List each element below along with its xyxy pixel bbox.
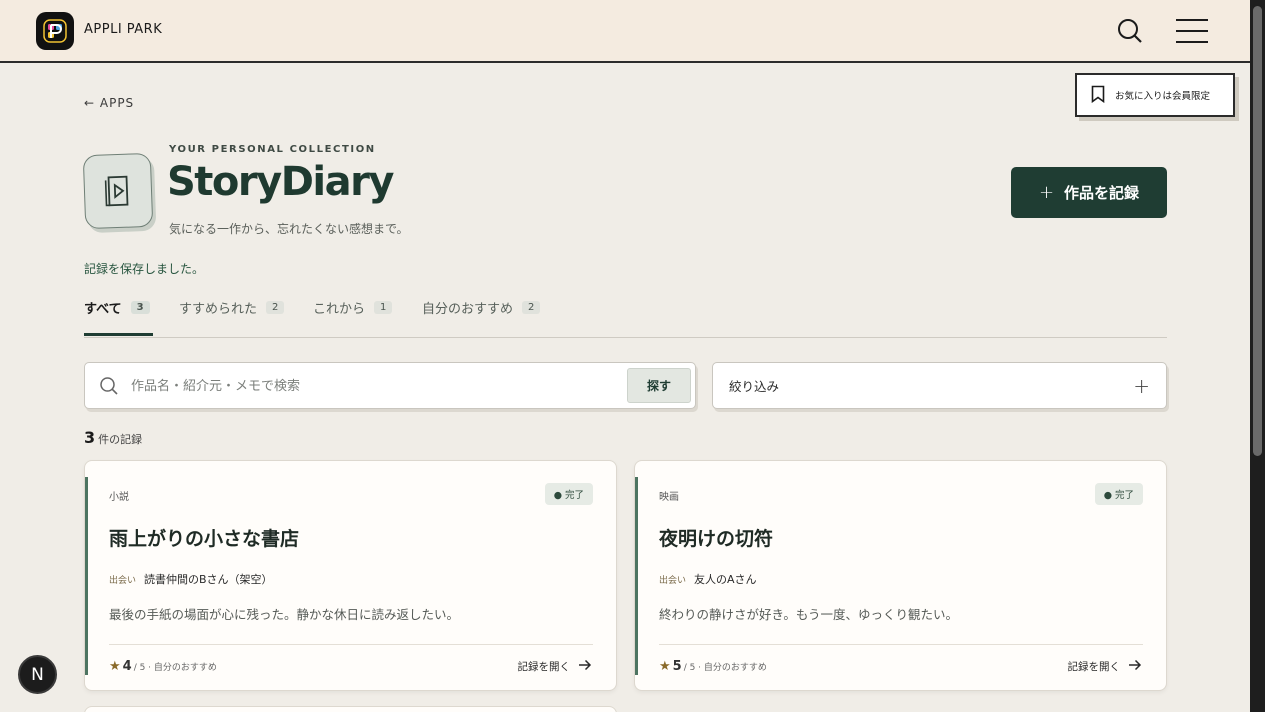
tab-count-badge: 3 bbox=[130, 301, 150, 314]
tab-recommended-to-me[interactable]: すすめられた 2 bbox=[179, 298, 285, 317]
tab-label: すすめられた bbox=[179, 302, 258, 317]
dev-tools-badge[interactable]: N bbox=[18, 655, 57, 694]
card-source: 出会い 読書仲間のBさん（架空） bbox=[109, 571, 273, 587]
tab-label: 自分のおすすめ bbox=[422, 302, 514, 317]
card-genre: 小説 bbox=[109, 492, 129, 503]
hamburger-menu-icon[interactable] bbox=[1175, 18, 1209, 44]
result-count-suffix: 件の記録 bbox=[98, 433, 143, 446]
rating-suffix: / 5 · 自分のおすすめ bbox=[683, 663, 767, 673]
arrow-right-icon bbox=[1128, 659, 1142, 674]
brand-name[interactable]: APPLI PARK bbox=[84, 22, 162, 37]
tab-count-badge: 2 bbox=[266, 301, 285, 314]
card-source: 出会い 友人のAさん bbox=[659, 571, 757, 587]
card-divider bbox=[659, 644, 1143, 645]
page-subtitle: 気になる一作から、忘れたくない感想まで。 bbox=[169, 222, 409, 236]
source-value: 読書仲間のBさん（架空） bbox=[144, 573, 273, 586]
tab-label: すべて bbox=[84, 302, 122, 317]
tab-count-badge: 2 bbox=[522, 301, 541, 314]
plus-icon: + bbox=[1133, 373, 1150, 398]
filter-dropdown[interactable]: 絞り込み + bbox=[712, 362, 1167, 409]
card-divider bbox=[109, 644, 593, 645]
scrollbar-thumb[interactable] bbox=[1253, 6, 1262, 456]
search-input[interactable] bbox=[131, 375, 601, 397]
card-memo: 終わりの静けさが好き。もう一度、ゆっくり観たい。 bbox=[659, 607, 959, 622]
record-button-label: 作品を記録 bbox=[1064, 184, 1140, 202]
star-icon: ★ bbox=[659, 659, 671, 674]
app-logo-icon[interactable] bbox=[36, 12, 74, 50]
search-icon[interactable] bbox=[1116, 17, 1144, 45]
status-badge: ● 完了 bbox=[1094, 483, 1143, 505]
tab-my-recommendations[interactable]: 自分のおすすめ 2 bbox=[422, 298, 541, 317]
favorites-members-only-button[interactable]: お気に入りは会員限定 bbox=[1075, 73, 1235, 117]
result-count: 3 件の記録 bbox=[84, 428, 142, 447]
source-value: 友人のAさん bbox=[694, 573, 757, 586]
page-scrollbar[interactable] bbox=[1250, 0, 1265, 712]
record-card-partial[interactable] bbox=[84, 706, 617, 712]
card-genre: 映画 bbox=[659, 492, 679, 503]
record-work-button[interactable]: + 作品を記録 bbox=[1011, 167, 1167, 218]
record-card[interactable]: 映画 ● 完了 夜明けの切符 出会い 友人のAさん 終わりの静けさが好き。もう一度… bbox=[634, 460, 1167, 691]
save-confirmation-message: 記録を保存しました。 bbox=[84, 262, 205, 276]
page-title: StoryDiary bbox=[167, 159, 394, 205]
status-badge: ● 完了 bbox=[544, 483, 593, 505]
bookmark-icon bbox=[1091, 85, 1105, 106]
source-label: 出会い bbox=[659, 576, 687, 586]
card-rating: ★ 5 / 5 · 自分のおすすめ bbox=[659, 659, 767, 674]
card-title: 夜明けの切符 bbox=[659, 528, 774, 550]
record-card[interactable]: 小説 ● 完了 雨上がりの小さな書店 出会い 読書仲間のBさん（架空） 最後の手紙… bbox=[84, 460, 617, 691]
result-count-number: 3 bbox=[84, 428, 96, 447]
card-rating: ★ 4 / 5 · 自分のおすすめ bbox=[109, 659, 217, 674]
filter-tabs: すべて 3 すすめられた 2 これから 1 自分のおすすめ 2 bbox=[84, 290, 1167, 338]
rating-value: 5 bbox=[672, 659, 682, 674]
search-bar: 探す bbox=[84, 362, 696, 409]
tab-count-badge: 1 bbox=[374, 301, 393, 314]
open-record-label: 記録を開く bbox=[1067, 661, 1121, 673]
tab-upcoming[interactable]: これから 1 bbox=[313, 298, 393, 317]
active-tab-indicator bbox=[84, 333, 153, 336]
rating-value: 4 bbox=[122, 659, 132, 674]
tab-all[interactable]: すべて 3 bbox=[84, 298, 150, 317]
open-record-link[interactable]: 記録を開く bbox=[518, 659, 593, 674]
search-submit-button[interactable]: 探す bbox=[627, 368, 691, 403]
rating-suffix: / 5 · 自分のおすすめ bbox=[133, 663, 217, 673]
search-field-icon bbox=[99, 376, 119, 400]
favorites-label: お気に入りは会員限定 bbox=[1115, 91, 1211, 102]
collection-eyebrow: YOUR PERSONAL COLLECTION bbox=[169, 144, 376, 155]
open-record-link[interactable]: 記録を開く bbox=[1068, 659, 1143, 674]
arrow-right-icon bbox=[578, 659, 592, 674]
source-label: 出会い bbox=[109, 576, 137, 586]
open-record-label: 記録を開く bbox=[517, 661, 571, 673]
plus-icon: + bbox=[1038, 182, 1055, 203]
card-title: 雨上がりの小さな書店 bbox=[109, 528, 300, 550]
top-navigation-bar: APPLI PARK bbox=[0, 0, 1250, 63]
back-to-apps-link[interactable]: ← APPS bbox=[84, 96, 134, 110]
card-memo: 最後の手紙の場面が心に残った。静かな休日に読み返したい。 bbox=[109, 607, 460, 622]
filter-label: 絞り込み bbox=[729, 379, 780, 394]
story-app-icon bbox=[82, 152, 154, 230]
tab-label: これから bbox=[313, 302, 366, 317]
star-icon: ★ bbox=[109, 659, 121, 674]
